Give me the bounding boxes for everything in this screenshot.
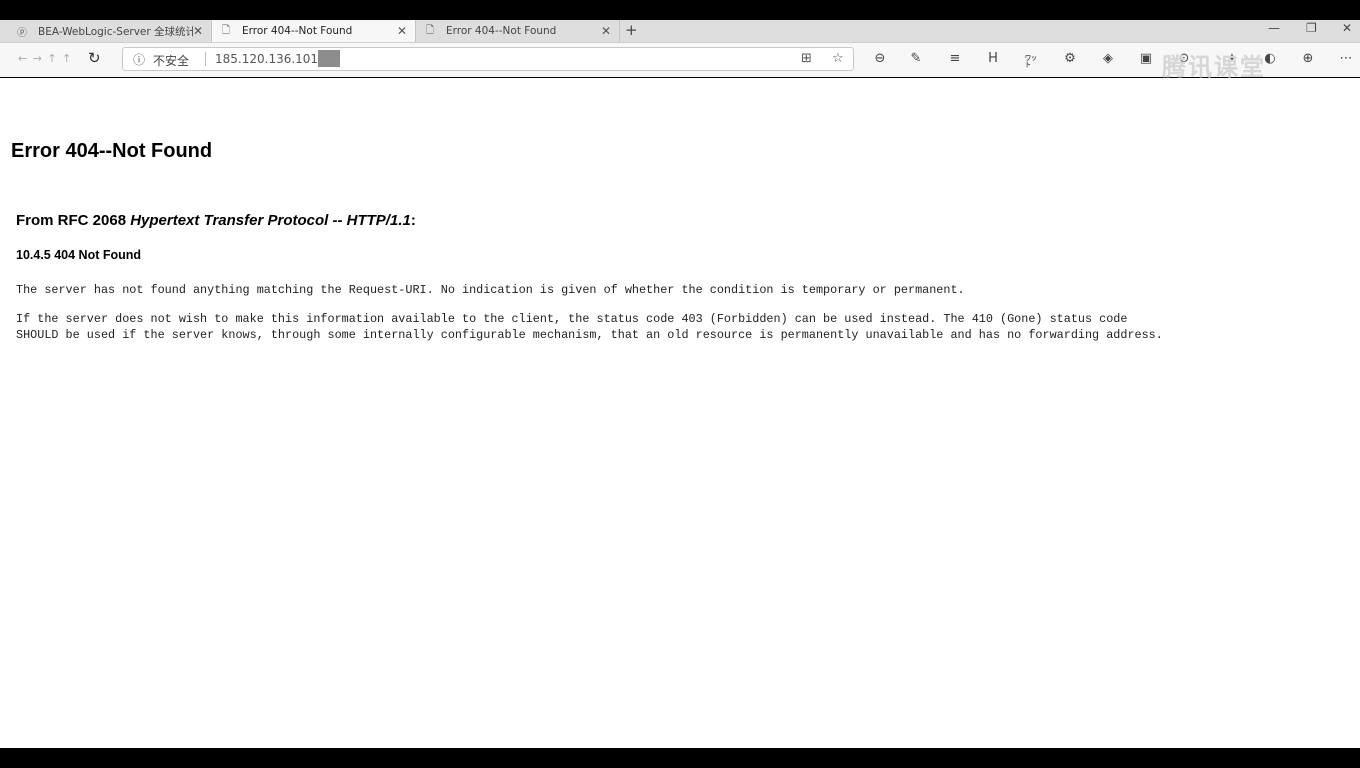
paragraph-1: The server has not found anything matchi… [16,283,965,297]
url-selection [318,50,340,67]
tab-error-404[interactable]: 🗋 Error 404--Not Found ✕ [416,20,620,42]
refresh-button[interactable]: ↻ [88,49,101,67]
extension-cube-icon[interactable]: ◈ [1100,51,1116,66]
extension-edit-icon[interactable]: ✎ [908,51,924,66]
security-label[interactable]: 不安全 [153,52,189,69]
translate-icon[interactable]: ⊞ [801,51,812,66]
divider [205,52,206,66]
tab-close-icon[interactable]: ✕ [397,24,407,38]
tab-close-icon[interactable]: ✕ [601,24,611,38]
section-heading: 10.4.5 404 Not Found [16,248,142,262]
rfc-protocol-name: Hypertext Transfer Protocol -- HTTP/1.1 [130,212,411,229]
watermark-logo: 腾讯课堂 [1162,53,1266,81]
rfc-prefix: From RFC 2068 [16,212,131,229]
bottom-letterbox [0,748,1360,768]
paragraph-2-line-1: If the server does not wish to make this… [16,312,1128,326]
url-text[interactable]: 185.120.136.101: [215,52,322,66]
extension-window-icon[interactable]: ▣ [1138,51,1154,66]
tab-label: Error 404--Not Found [446,25,557,37]
tab-label: BEA-WebLogic-Server 全球统计 [38,25,193,38]
extension-block-icon[interactable]: ⊖ [872,51,888,66]
page-title: Error 404--Not Found [11,140,213,162]
tab-bea-weblogic[interactable]: ⓟ BEA-WebLogic-Server 全球统计 ✕ [8,20,212,42]
extension-list-icon[interactable]: ≡ [947,51,963,66]
browser-toolbar: ← → ↑ ↑ ↻ ⓘ 不安全 185.120.136.101: ⊞ ☆ ⊖ ✎… [0,43,1360,81]
rfc-heading: From RFC 2068 Hypertext Transfer Protoco… [16,212,416,229]
page-favicon-icon: ⓟ [17,27,27,39]
extension-gear-icon[interactable]: ⚙ [1062,51,1078,66]
new-tab-button[interactable]: + [625,21,638,39]
document-icon: 🗋 [221,24,231,36]
close-window-button[interactable]: ✕ [1342,21,1352,35]
address-bar[interactable]: ⓘ 不安全 185.120.136.101: ⊞ ☆ [122,47,854,71]
top-letterbox [0,0,1360,20]
restore-button[interactable]: ❐ [1306,21,1317,35]
tab-close-icon[interactable]: ✕ [193,24,203,38]
document-icon: 🗋 [425,24,435,36]
tab-strip: ⓟ BEA-WebLogic-Server 全球统计 ✕ 🗋 Error 404… [0,20,1360,43]
tab-label: Error 404--Not Found [242,25,353,37]
tab-error-404-active[interactable]: 🗋 Error 404--Not Found ✕ [212,20,416,42]
menu-more-icon[interactable]: ⋯ [1338,51,1354,66]
minimize-button[interactable]: — [1268,21,1280,35]
page-content: Error 404--Not Found From RFC 2068 Hyper… [0,78,1360,748]
rfc-suffix: : [410,212,416,229]
extension-plus-icon[interactable]: ⊕ [1300,51,1316,66]
bookmark-star-icon[interactable]: ☆ [832,51,844,66]
nav-buttons[interactable]: ← → ↑ ↑ [18,52,72,65]
extension-h-icon[interactable]: H [985,51,1001,66]
paragraph-2-line-2: SHOULD be used if the server knows, thro… [16,328,1163,342]
info-icon[interactable]: ⓘ [133,51,145,68]
extension-ip-icon[interactable]: ㍗ [1023,51,1039,70]
